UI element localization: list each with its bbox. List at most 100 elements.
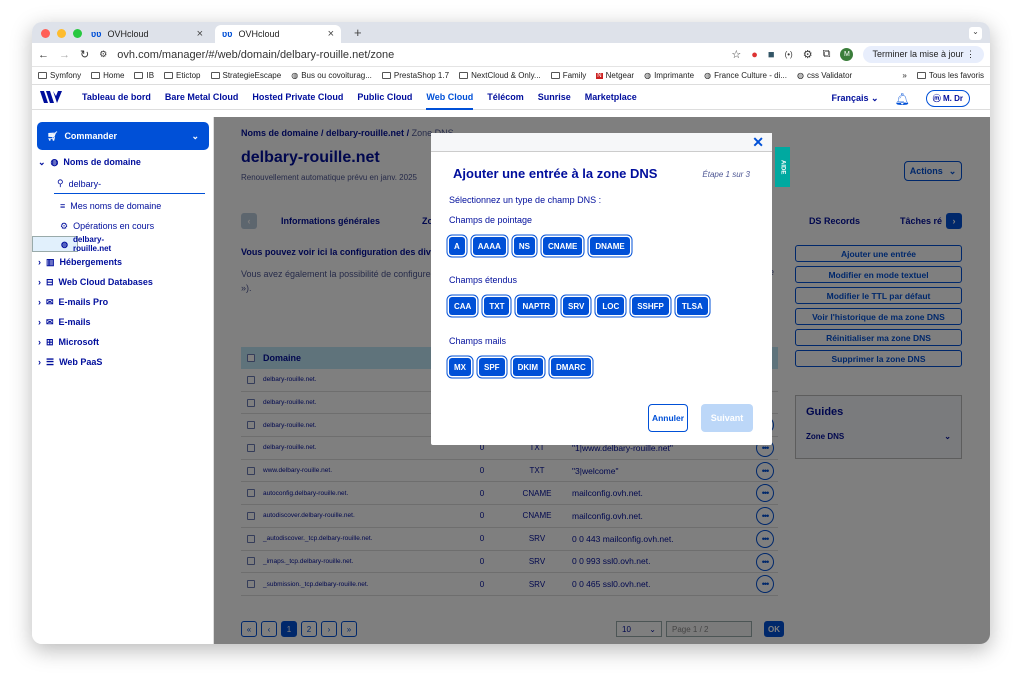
url-field[interactable]: ovh.com/manager/#/web/domain/delbary-rou… [117,49,394,61]
sidebar-item-domains[interactable]: ⌄ ◍ Noms de domaine [32,152,213,172]
browser-tab-1[interactable]: ʋʋ OVHcloud × [84,25,210,43]
notifications-bell-icon[interactable]: 🔔︎ [895,92,910,106]
record-group-label: Champs mails [449,336,507,346]
record-type-sshfp-button[interactable]: SSHFP [632,297,669,315]
nav-item-hosted-private-cloud[interactable]: Hosted Private Cloud [252,92,343,102]
close-window-button[interactable] [41,29,50,38]
sidebar-item-my-domains[interactable]: ≡ Mes noms de domaine [32,196,213,216]
profile-avatar[interactable]: M [840,48,854,61]
list-icon: ≡ [60,201,66,211]
nav-item-telecom[interactable]: Télécom [487,92,524,102]
browser-tab-2[interactable]: ʋʋ OVHcloud × [215,25,341,43]
forward-icon[interactable]: → [59,49,70,61]
sidebar-item-microsoft[interactable]: › ⊞ Microsoft [32,332,213,352]
bookmark-item[interactable]: Family [550,71,586,80]
commander-button[interactable]: 🛒︎ Commander ⌄ [37,122,209,150]
bookmark-item[interactable]: PrestaShop 1.7 [381,71,449,80]
sidebar-item-selected-domain[interactable]: ◍ delbary-rouille.net [32,235,111,253]
record-type-chips: CAA TXT NAPTR SRV LOC SSHFP TLSA [449,297,708,315]
minimize-window-button[interactable] [57,29,66,38]
nav-item-dashboard[interactable]: Tableau de bord [82,92,151,102]
bookmark-item[interactable]: ◍ Imprimante [644,71,694,80]
record-type-tlsa-button[interactable]: TLSA [676,297,708,315]
bookmark-item[interactable]: N Netgear [596,71,634,80]
reload-icon[interactable]: ↻ [80,48,89,61]
cancel-button[interactable]: Annuler [648,404,688,432]
record-type-ns-button[interactable]: NS [513,237,536,255]
close-icon[interactable]: ✕ [752,134,764,151]
record-type-srv-button[interactable]: SRV [563,297,590,315]
bookmark-item[interactable]: NextCloud & Only... [459,71,541,80]
commander-label: Commander [64,131,117,141]
extension-icon[interactable]: ■ [768,49,775,61]
bookmark-item[interactable]: Home [91,71,124,80]
record-type-caa-button[interactable]: CAA [449,297,477,315]
record-type-mx-button[interactable]: MX [449,358,471,376]
nav-item-bare-metal[interactable]: Bare Metal Cloud [165,92,239,102]
globe-icon: ◍ [797,71,804,80]
modal-title: Ajouter une entrée à la zone DNS [453,166,658,181]
extensions-puzzle-icon[interactable]: ⧉ [823,48,831,61]
bookmark-item[interactable]: StrategieEscape [210,71,281,80]
nav-item-web-cloud[interactable]: Web Cloud [426,92,473,110]
close-tab-icon[interactable]: × [328,28,334,40]
sidebar-item-label: delbary-rouille.net [72,235,112,253]
user-menu[interactable]: ⓜ M. Dr [925,90,970,107]
ovh-favicon-icon: ʋʋ [222,29,233,39]
record-type-dname-button[interactable]: DNAME [590,237,630,255]
bookmark-item[interactable]: ◍ css Validator [797,71,852,80]
tab-list-icon[interactable]: ⌄ [969,27,982,40]
record-type-loc-button[interactable]: LOC [597,297,625,315]
folder-icon [38,72,47,79]
record-group-label: Champs étendus [449,275,518,285]
help-tab[interactable]: AIDE [775,147,790,187]
bookmark-star-icon[interactable]: ☆ [731,48,741,61]
chevron-right-icon: › [38,257,41,267]
record-type-aaaa-button[interactable]: AAAA [472,237,506,255]
bookmark-item[interactable]: Etictop [164,71,201,80]
back-icon[interactable]: ← [38,49,49,61]
more-bookmarks-icon[interactable]: » [902,71,906,80]
record-type-naptr-button[interactable]: NAPTR [517,297,556,315]
globe-icon: ◍ [50,156,59,167]
record-type-dmarc-button[interactable]: DMARC [551,358,591,376]
extension-icon[interactable]: ⚙ [803,48,813,61]
record-type-cname-button[interactable]: CNAME [543,237,583,255]
sidebar-item-hosting[interactable]: › ▥ Hébergements [32,252,213,272]
nav-item-public-cloud[interactable]: Public Cloud [357,92,412,102]
bookmarks-bar: Symfony Home IB Etictop StrategieEscape … [32,67,990,85]
update-button[interactable]: Terminer la mise à jour ⋮ [863,46,984,63]
sidebar-item-emails-pro[interactable]: › ✉ E-mails Pro [32,292,213,312]
record-type-txt-button[interactable]: TXT [484,297,510,315]
ovh-logo-icon[interactable] [40,90,62,104]
record-type-a-button[interactable]: A [449,237,465,255]
bookmark-label: Tous les favoris [928,71,984,80]
sidebar-item-label: Hébergements [59,257,123,267]
record-type-dkim-button[interactable]: DKIM [512,358,544,376]
bookmark-item[interactable]: ◍ Bus ou covoiturag... [291,71,372,80]
record-type-spf-button[interactable]: SPF [479,358,505,376]
next-button[interactable]: Suivant [701,404,753,432]
site-info-icon[interactable]: ⚙ [99,49,107,60]
tab-strip: ʋʋ OVHcloud × ʋʋ OVHcloud × + ⌄ [32,22,990,43]
sidebar-item-databases[interactable]: › ⊟ Web Cloud Databases [32,272,213,292]
bookmark-label: Netgear [605,71,635,80]
bookmark-item[interactable]: IB [134,71,154,80]
sidebar-item-operations[interactable]: ⚙ Opérations en cours [32,216,213,236]
extension-icon[interactable]: ● [751,49,758,61]
sidebar-item-emails[interactable]: › ✉ E-mails [32,312,213,332]
nav-item-marketplace[interactable]: Marketplace [585,92,637,102]
bookmark-item[interactable]: ◍ France Culture - di... [704,71,787,80]
nav-item-sunrise[interactable]: Sunrise [538,92,571,102]
sidebar-search-input[interactable]: ⚲ delbary- [54,174,205,194]
language-selector[interactable]: Français ⌄ [831,93,878,104]
close-tab-icon[interactable]: × [197,28,203,40]
sidebar-item-web-paas[interactable]: › ☰ Web PaaS [32,352,213,372]
new-tab-icon[interactable]: + [354,25,362,40]
bookmark-item[interactable]: Tous les favoris [916,71,984,80]
mail-icon: ✉ [46,316,54,327]
chevron-right-icon: › [38,357,41,367]
extension-icon[interactable]: (•) [785,50,793,59]
zoom-window-button[interactable] [73,29,82,38]
bookmark-item[interactable]: Symfony [38,71,81,80]
